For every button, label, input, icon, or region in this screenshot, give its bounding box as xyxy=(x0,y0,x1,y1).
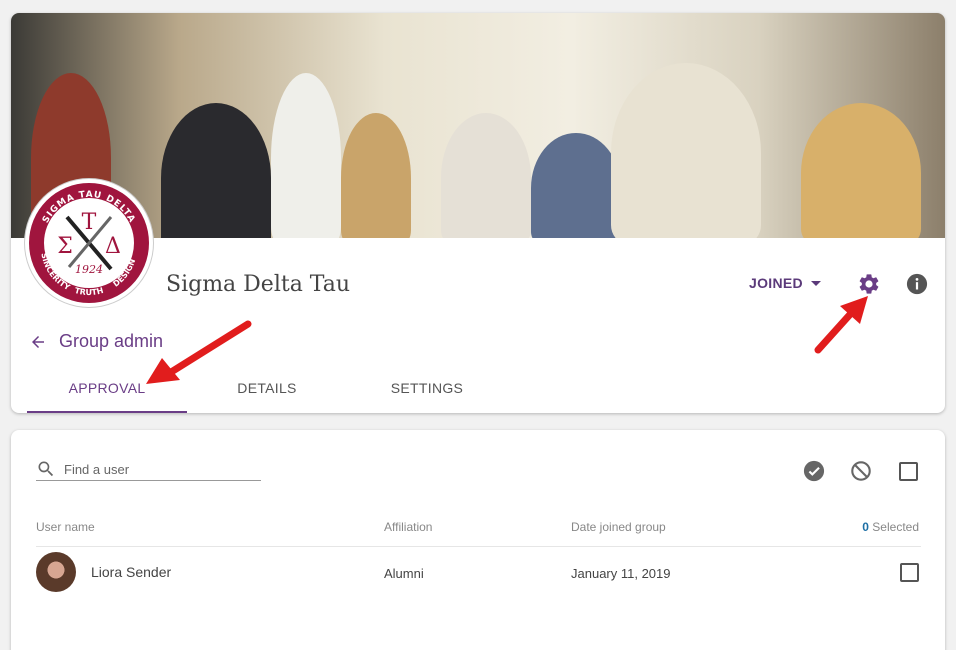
avatar[interactable] xyxy=(36,552,76,592)
selected-count: 0 Selected xyxy=(862,520,919,534)
crest-year: 1924 xyxy=(75,263,103,276)
admin-tabs: APPROVAL DETAILS SETTINGS xyxy=(27,371,507,413)
info-icon[interactable] xyxy=(906,273,928,295)
annotation-arrow-gear xyxy=(814,296,868,354)
selected-count-number: 0 xyxy=(862,520,869,534)
column-header-date-joined[interactable]: Date joined group xyxy=(571,520,666,534)
column-header-affiliation[interactable]: Affiliation xyxy=(384,520,432,534)
approval-list-card: User name Affiliation Date joined group … xyxy=(11,430,945,650)
crest-letter-tau: Τ xyxy=(82,210,97,235)
arrow-left-icon xyxy=(32,335,44,348)
search-input[interactable] xyxy=(64,461,244,477)
group-name: Sigma Delta Tau xyxy=(166,272,351,297)
select-all-checkbox[interactable] xyxy=(899,462,918,481)
crest-letter-sigma: Σ xyxy=(57,234,73,259)
tab-settings[interactable]: SETTINGS xyxy=(347,371,507,413)
row-affiliation: Alumni xyxy=(384,566,424,581)
search-icon xyxy=(38,461,54,477)
block-icon[interactable] xyxy=(850,460,872,482)
search-field xyxy=(36,458,261,481)
caret-down-icon xyxy=(810,280,821,286)
row-user-name[interactable]: Liora Sender xyxy=(91,564,171,580)
row-date-joined: January 11, 2019 xyxy=(571,566,671,581)
membership-dropdown[interactable]: JOINED xyxy=(749,275,821,291)
crest-letter-delta: Δ xyxy=(105,234,121,259)
annotation-arrow-approval xyxy=(146,320,252,384)
group-crest-logo: SIGMA TAU DELTA SINCERITY TRUTH DESIGN Τ… xyxy=(25,179,153,307)
selected-count-label: Selected xyxy=(872,520,919,534)
column-header-user-name[interactable]: User name xyxy=(36,520,95,534)
membership-label: JOINED xyxy=(749,275,803,291)
table-divider xyxy=(36,546,921,547)
row-checkbox[interactable] xyxy=(900,563,919,582)
check-circle-icon[interactable] xyxy=(803,460,825,482)
group-cover-photo xyxy=(11,13,945,238)
